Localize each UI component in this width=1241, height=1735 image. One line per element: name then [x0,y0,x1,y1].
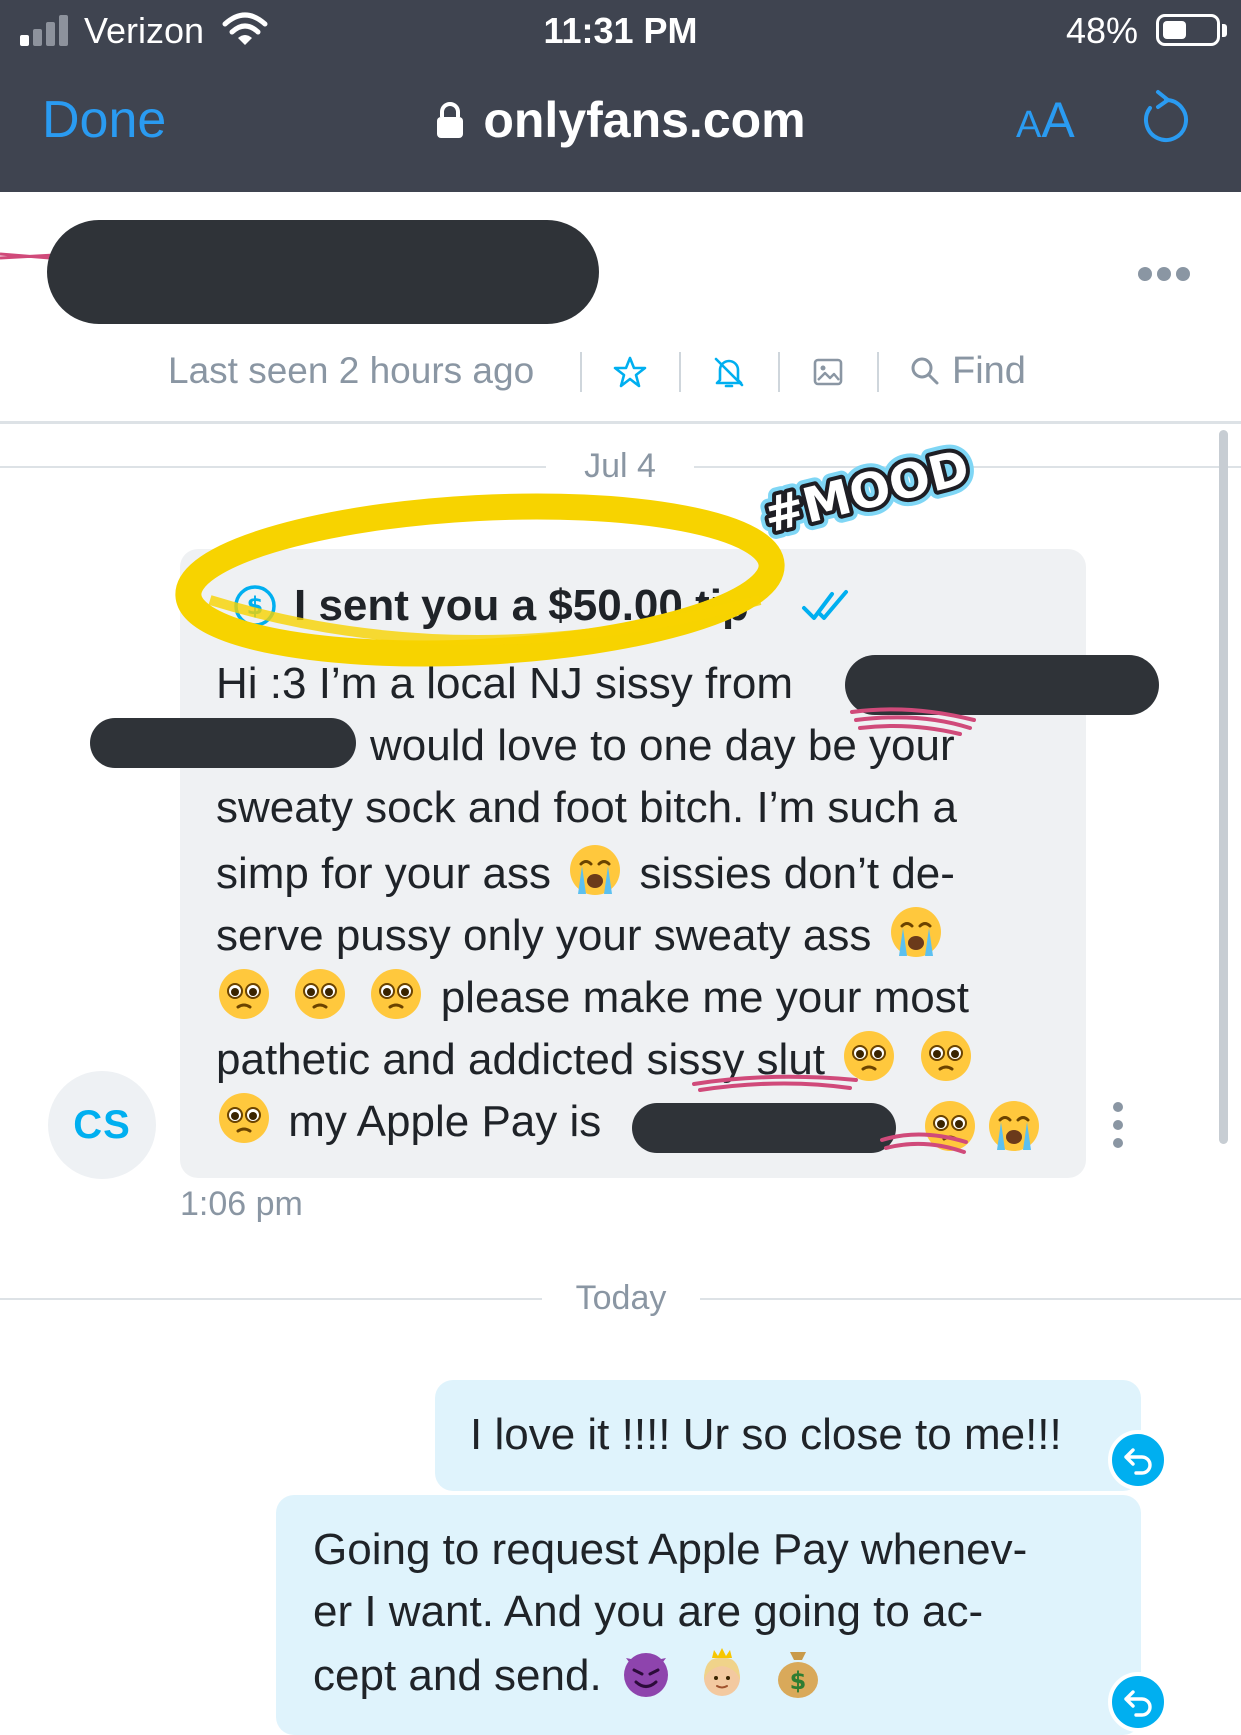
search-icon [911,357,939,385]
message-text-fragment: serve pussy only your sweaty ass [216,911,872,960]
svg-text:$: $ [247,592,264,620]
svg-text:$: $ [790,1667,807,1695]
outgoing-message-text: er I want. And you are going to ac- [313,1587,984,1636]
text-size-button[interactable]: AA [1016,90,1075,163]
emoji-group-icon [925,1101,1039,1151]
message-text-fragment: sissies don’t de- [639,849,955,898]
status-bar: Verizon 11:31 PM 48% [0,0,1241,62]
message-text-line: would love to one day be your [370,721,955,770]
status-time: 11:31 PM [543,10,698,51]
date-divider-line [700,1298,1241,1300]
mood-sticker-border: #MOOD [758,439,975,544]
message-text-fragment: simp for your ass [216,849,551,898]
message-text-line: simp for your ass sissies don’t de- [216,842,955,902]
pleading-face-emoji-icon [371,969,422,1019]
find-button[interactable]: Find [910,348,1026,394]
message-text-line: pathetic and addicted sissy slut [216,1028,978,1088]
princess-emoji-icon [704,1648,741,1696]
dollar-icon: $ [234,585,276,627]
mood-sticker: #MOOD #MOOD #MOOD [750,431,983,550]
reply-icon[interactable] [1108,1672,1168,1732]
battery-icon [1156,14,1220,46]
toolbar-divider [778,352,780,392]
outgoing-message-text: I love it !!!! Ur so close to me!!! [470,1410,1062,1459]
avatar-initials: CS [73,1102,131,1147]
refresh-icon[interactable] [1136,86,1190,148]
pleading-face-emoji-icon [844,1031,895,1081]
tip-text: I sent you a $50.00 tip [294,581,749,630]
chat-toolbar: Last seen 2 hours ago Find [0,342,1241,402]
tip-notice: $ I sent you a $50.00 tip [232,576,749,636]
outgoing-message-text: Going to request Apple Pay whenev- [313,1525,1028,1574]
date-divider-label: Jul 4 [584,447,656,485]
date-divider-line [0,1298,542,1300]
image-icon[interactable] [809,353,847,391]
text-size-big-label: A [1041,92,1075,148]
redacted-payment-handle [632,1103,896,1153]
star-icon[interactable] [611,353,649,391]
battery-percent: 48% [1066,10,1139,51]
avatar[interactable]: CS [48,1071,156,1179]
date-divider-line [0,466,546,468]
message-text-line: sweaty sock and foot bitch. I’m such a [216,783,958,832]
text-size-small-label: A [1016,104,1042,146]
bell-off-icon[interactable] [710,353,748,391]
double-check-icon [802,590,848,620]
url-text: onlyfans.com [483,92,806,148]
date-divider-line [694,466,1241,468]
message-text-line: Hi :3 I’m a local NJ sissy from [216,659,793,708]
more-horizontal-icon[interactable] [1138,262,1190,286]
battery-cap [1222,24,1227,37]
mood-sticker-outline: #MOOD [758,439,975,544]
last-seen-status: Last seen 2 hours ago [168,350,535,391]
pleading-face-emoji-icon [920,1031,971,1081]
message-timestamp: 1:06 pm [180,1185,303,1223]
toolbar-divider [877,352,879,392]
redacted-location [90,718,356,768]
toolbar-divider [580,352,582,392]
browser-toolbar: Done onlyfans.com AA [0,62,1241,192]
loudly-crying-emoji-icon [570,845,621,895]
message-text-line: my Apple Pay is [216,1090,601,1150]
pleading-face-emoji-icon [219,969,269,1019]
mood-sticker-text: #MOOD [758,439,975,544]
find-label: Find [952,350,1026,392]
redacted-location [845,655,1159,715]
battery-fill [1163,21,1187,39]
message-text-fragment: cept and send. [313,1651,602,1700]
reply-icon[interactable] [1108,1430,1168,1490]
message-text-line: serve pussy only your sweaty ass [216,904,948,964]
message-text-line: please make me your most [216,966,969,1026]
money-bag-emoji-icon: $ [778,1652,819,1698]
pleading-face-emoji-icon [295,969,346,1019]
loudly-crying-emoji-icon [890,907,941,957]
date-divider-label: Today [575,1279,667,1317]
redacted-username [47,220,599,324]
scrollbar[interactable] [1219,430,1228,1144]
pleading-face-emoji-icon [219,1093,269,1143]
devil-emoji-icon [623,1653,668,1697]
lock-icon [437,102,464,138]
header-divider [0,421,1241,424]
message-text-fragment: my Apple Pay is [288,1097,602,1146]
outgoing-message-text: cept and send. $ [313,1644,830,1706]
toolbar-divider [679,352,681,392]
more-vertical-icon[interactable] [1108,1100,1128,1150]
message-text-fragment: pathetic and addicted sissy slut [216,1035,826,1084]
message-text-fragment: please make me your most [440,973,969,1022]
